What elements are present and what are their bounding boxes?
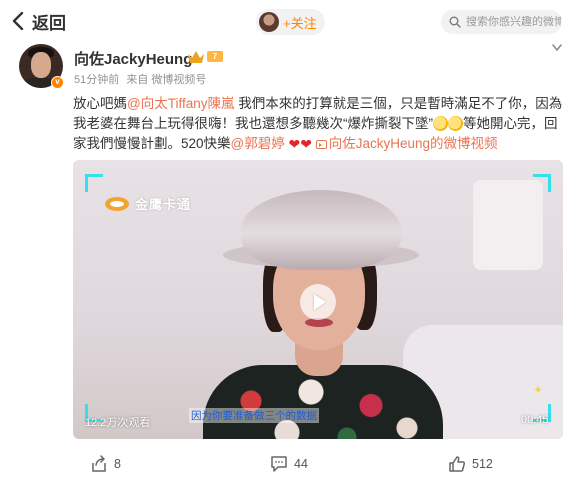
comment-icon — [271, 456, 287, 472]
chevron-down-icon[interactable] — [552, 44, 562, 52]
thumbs-up-icon — [449, 456, 466, 472]
search-icon — [449, 16, 461, 28]
comment-count: 44 — [294, 457, 308, 471]
follow-button[interactable]: +关注 — [256, 9, 325, 35]
video-link-icon — [315, 140, 327, 149]
play-button-icon[interactable] — [300, 284, 336, 320]
top-bar: 返回 +关注 — [0, 0, 579, 44]
post-text-part: 放心吧媽 — [73, 96, 127, 111]
video-link[interactable]: 向佐JackyHeung的微博视频 — [315, 136, 498, 151]
crown-icon — [188, 51, 204, 63]
video-duration: 00:45 — [521, 414, 549, 426]
share-icon — [92, 455, 106, 472]
mention-link[interactable]: @向太Tiffany陳嵐 — [127, 96, 234, 111]
sparkle-icon: ✦ — [533, 383, 544, 397]
post-text: 放心吧媽@向太Tiffany陳嵐 我們本來的打算就是三個，只是暫時滿足不了你，因… — [73, 94, 563, 154]
comment-button[interactable]: 44 — [270, 453, 308, 475]
search-box[interactable] — [441, 10, 562, 34]
post-time: 51分钟前 — [74, 74, 120, 86]
video-frame-figure — [203, 365, 443, 439]
logo-text: 金鹰卡通 — [135, 197, 192, 212]
mention-link[interactable]: @郭碧婷 — [231, 136, 285, 151]
logo-mark-icon — [105, 196, 129, 211]
post-source: 来自 微博视频号 — [126, 74, 207, 86]
frame-corner — [533, 174, 551, 192]
action-bar: 8 44 512 — [0, 449, 579, 479]
fist-emoji-icon — [448, 116, 463, 131]
like-button[interactable]: 512 — [448, 453, 493, 475]
back-label: 返回 — [32, 13, 66, 33]
video-link-label: 向佐JackyHeung的微博视频 — [328, 136, 498, 151]
post-meta: 51分钟前 来自 微博视频号 — [74, 71, 210, 87]
heart-emoji-icon: ❤ — [288, 136, 301, 152]
frame-corner — [85, 174, 103, 192]
share-count: 8 — [114, 457, 121, 471]
heart-emoji-icon: ❤ — [300, 136, 312, 152]
video-caption: 因为你要准备做三个的数据 — [189, 408, 319, 423]
follow-avatar — [259, 12, 279, 32]
fist-emoji-icon — [433, 116, 448, 131]
view-count: 12.2万次观看 — [85, 417, 151, 429]
follow-label: +关注 — [283, 15, 317, 31]
channel-logo: 金鹰卡通 — [105, 194, 191, 213]
search-input[interactable] — [466, 16, 561, 28]
share-button[interactable]: 8 — [90, 453, 121, 475]
verified-badge-icon: v — [51, 76, 64, 89]
level-badge: 7 — [207, 51, 223, 62]
author-name[interactable]: 向佐JackyHeung — [74, 48, 192, 69]
chevron-left-icon — [12, 12, 24, 30]
video-player[interactable]: 金鹰卡通 ✦ 因为你要准备做三个的数据 12.2万次观看 00:45 — [73, 160, 563, 439]
back-button[interactable]: 返回 — [12, 8, 66, 34]
like-count: 512 — [472, 457, 493, 471]
